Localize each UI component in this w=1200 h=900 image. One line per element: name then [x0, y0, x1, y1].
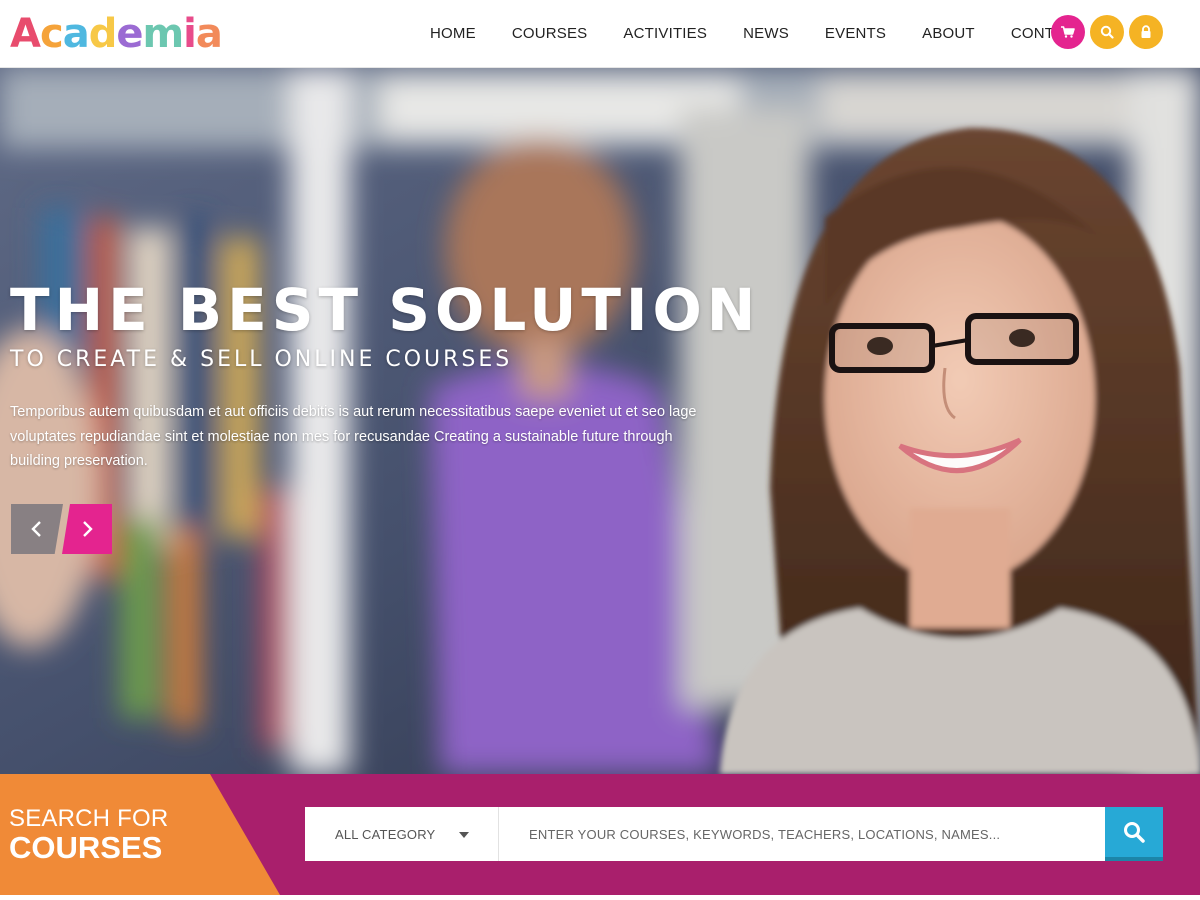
hero-subheadline: TO CREATE & SELL ONLINE COURSES — [10, 347, 513, 372]
nav-home[interactable]: HOME — [412, 0, 494, 68]
chevron-left-icon — [31, 521, 41, 537]
lock-icon — [1141, 25, 1151, 38]
logo-letter: a — [62, 11, 90, 57]
login-button[interactable] — [1129, 15, 1163, 49]
course-search-band: SEARCH FOR COURSES ALL CATEGORY — [0, 774, 1200, 895]
nav-activities[interactable]: ACTIVITIES — [605, 0, 725, 68]
search-submit-button[interactable] — [1105, 807, 1163, 861]
main-nav: HOME COURSES ACTIVITIES NEWS EVENTS ABOU… — [412, 0, 1102, 68]
search-label-line1: SEARCH FOR — [9, 805, 169, 832]
search-toggle-button[interactable] — [1090, 15, 1124, 49]
logo-letter: e — [116, 11, 143, 57]
logo-letter: a — [195, 11, 223, 57]
cart-icon — [1061, 26, 1075, 38]
search-icon — [1100, 25, 1114, 39]
search-label-line2: COURSES — [9, 830, 163, 865]
chevron-right-icon — [83, 521, 93, 537]
hero-description-line: building preservation. — [10, 453, 148, 469]
category-select-value: ALL CATEGORY — [335, 827, 436, 842]
cart-button[interactable] — [1051, 15, 1085, 49]
hero-description-line: Temporibus autem quibusdam et aut offici… — [10, 404, 697, 420]
search-label: SEARCH FOR COURSES — [9, 806, 168, 864]
slider-prev-button[interactable] — [11, 504, 63, 554]
site-header: Academia HOME COURSES ACTIVITIES NEWS EV… — [0, 0, 1200, 68]
course-search-input[interactable] — [499, 807, 1105, 861]
logo-letter: i — [183, 11, 197, 57]
search-icon — [1124, 822, 1145, 843]
nav-events[interactable]: EVENTS — [807, 0, 904, 68]
logo-letter: m — [142, 11, 184, 57]
hero-description: Temporibus autem quibusdam et aut offici… — [10, 400, 710, 474]
nav-news[interactable]: NEWS — [725, 0, 807, 68]
slider-next-button[interactable] — [62, 504, 112, 554]
logo-letter: c — [39, 11, 64, 57]
hero-caption: THE BEST SOLUTION TO CREATE & SELL ONLIN… — [10, 276, 761, 474]
nav-about[interactable]: ABOUT — [904, 0, 993, 68]
site-logo[interactable]: Academia — [10, 10, 223, 58]
category-select[interactable]: ALL CATEGORY — [305, 807, 499, 861]
hero-slider: THE BEST SOLUTION TO CREATE & SELL ONLIN… — [0, 68, 1200, 774]
hero-description-line: voluptates repudiandae sint et molestiae… — [10, 428, 673, 445]
logo-letter: A — [10, 11, 41, 57]
nav-courses[interactable]: COURSES — [494, 0, 606, 68]
nav-contact[interactable]: CONTACT — [993, 0, 1102, 68]
hero-headline: THE BEST SOLUTION — [10, 276, 761, 344]
caret-down-icon — [459, 832, 469, 838]
logo-letter: d — [88, 11, 118, 57]
search-form: ALL CATEGORY — [305, 807, 1105, 861]
